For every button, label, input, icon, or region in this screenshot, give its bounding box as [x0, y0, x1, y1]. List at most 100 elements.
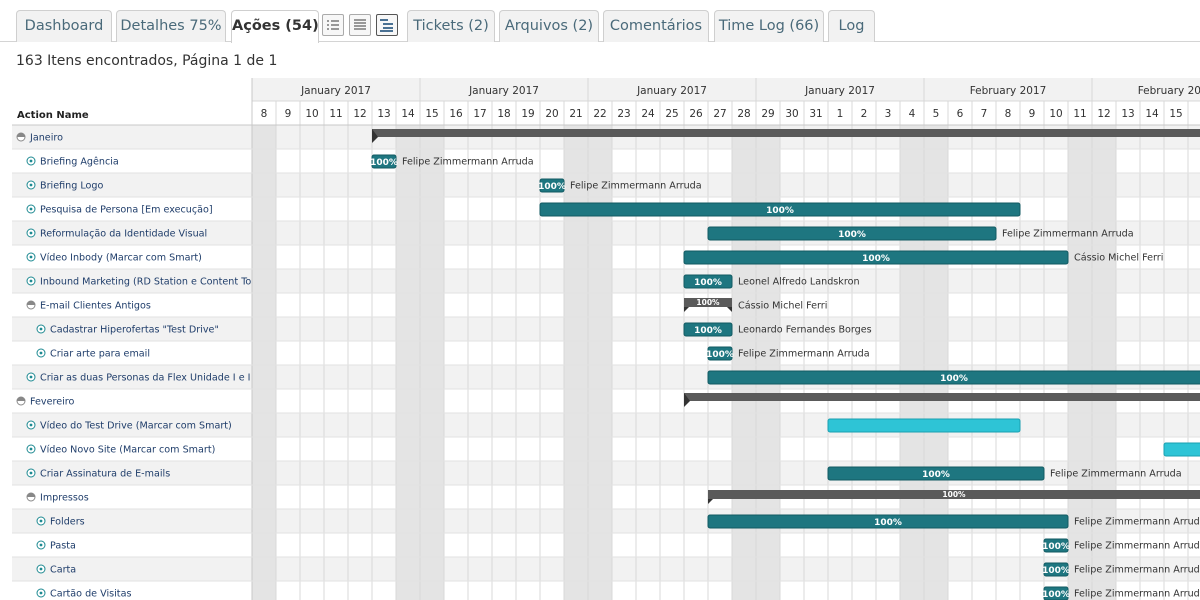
- weekend-column: [588, 125, 612, 600]
- bar-owner: Felipe Zimmermann Arruda: [1074, 565, 1200, 576]
- bar-owner: Felipe Zimmermann Arruda: [738, 349, 870, 360]
- bar-percent: 100%: [942, 490, 966, 499]
- weekend-column: [564, 125, 588, 600]
- tab-time-log[interactable]: Time Log (66): [714, 10, 824, 42]
- day-label: 13: [1121, 108, 1134, 120]
- collapse-icon[interactable]: [16, 396, 26, 406]
- weekend-column: [252, 125, 276, 600]
- month-label: January 2017: [804, 85, 875, 97]
- month-label: January 2017: [636, 85, 707, 97]
- day-label: 5: [933, 108, 940, 120]
- tab-dashboard[interactable]: Dashboard: [16, 10, 112, 42]
- task-bar[interactable]: [1163, 442, 1200, 457]
- day-label: 15: [1169, 108, 1182, 120]
- action-name[interactable]: Janeiro: [29, 133, 63, 144]
- tab-log[interactable]: Log: [828, 10, 875, 42]
- weekend-column: [420, 125, 444, 600]
- expand-icon[interactable]: [26, 276, 36, 286]
- action-name[interactable]: Cadastrar Hiperofertas "Test Drive": [50, 325, 219, 336]
- action-name[interactable]: Cartão de Visitas: [50, 589, 131, 600]
- action-name-header: Action Name: [17, 110, 89, 121]
- list-view-icon[interactable]: [322, 14, 344, 36]
- expand-icon[interactable]: [36, 564, 46, 574]
- expand-icon[interactable]: [36, 540, 46, 550]
- day-label: 10: [305, 108, 318, 120]
- action-name[interactable]: Fevereiro: [30, 397, 75, 408]
- expand-icon[interactable]: [26, 252, 36, 262]
- day-label: 22: [593, 108, 606, 120]
- task-bar[interactable]: [827, 418, 1021, 433]
- bar-percent: 100%: [766, 206, 794, 216]
- day-label: 6: [957, 108, 964, 120]
- day-label: 19: [521, 108, 534, 120]
- expand-icon[interactable]: [36, 324, 46, 334]
- gantt-view-icon[interactable]: [376, 14, 398, 36]
- action-name[interactable]: Vídeo Inbody (Marcar com Smart): [40, 252, 202, 264]
- bar-owner: Felipe Zimmermann Arruda: [1050, 469, 1182, 480]
- action-name[interactable]: Pasta: [50, 541, 76, 552]
- month-label: February 2017: [970, 85, 1047, 97]
- expand-icon[interactable]: [26, 228, 36, 238]
- expand-icon[interactable]: [36, 588, 46, 598]
- day-label: 8: [1005, 108, 1012, 120]
- day-label: 2: [861, 108, 868, 120]
- expand-icon[interactable]: [36, 348, 46, 358]
- bar-percent: 100%: [862, 254, 890, 264]
- bar-percent: 100%: [370, 158, 398, 168]
- expand-icon[interactable]: [36, 516, 46, 526]
- expand-icon[interactable]: [26, 444, 36, 454]
- action-name[interactable]: Folders: [50, 517, 85, 528]
- day-label: 18: [497, 108, 510, 120]
- day-label: 12: [353, 108, 366, 120]
- action-name[interactable]: Carta: [50, 565, 76, 576]
- day-label: 21: [569, 108, 582, 120]
- action-name[interactable]: E-mail Clientes Antigos: [40, 301, 151, 312]
- action-name[interactable]: Briefing Agência: [40, 156, 119, 168]
- tab-comentarios[interactable]: Comentários: [603, 10, 709, 42]
- day-label: 17: [473, 108, 486, 120]
- bar-owner: Cássio Michel Ferri: [1074, 252, 1163, 264]
- collapse-icon[interactable]: [26, 492, 36, 502]
- expand-icon[interactable]: [26, 156, 36, 166]
- bar-percent: 100%: [694, 326, 722, 336]
- detail-list-view-icon[interactable]: [349, 14, 371, 36]
- expand-icon[interactable]: [26, 372, 36, 382]
- action-name[interactable]: Criar Assinatura de E-mails: [40, 469, 170, 480]
- day-label: 16: [449, 108, 463, 120]
- day-label: 3: [885, 108, 892, 120]
- tab-bar: Dashboard Detalhes 75% Ações (54) Tickets (…: [0, 0, 1200, 43]
- expand-icon[interactable]: [26, 420, 36, 430]
- expand-icon[interactable]: [26, 180, 36, 190]
- tab-detalhes[interactable]: Detalhes 75%: [116, 10, 226, 42]
- action-name[interactable]: Vídeo do Test Drive (Marcar com Smart): [40, 420, 232, 432]
- action-name[interactable]: Impressos: [40, 493, 89, 504]
- day-label: 14: [401, 108, 415, 120]
- month-label: February 2017: [1138, 85, 1200, 97]
- expand-icon[interactable]: [26, 468, 36, 478]
- tab-acoes[interactable]: Ações (54): [231, 10, 319, 43]
- day-label: 23: [617, 108, 630, 120]
- action-name[interactable]: Briefing Logo: [40, 181, 103, 192]
- tab-tickets[interactable]: Tickets (2): [407, 10, 495, 42]
- bar-owner: Felipe Zimmermann Arruda: [1074, 541, 1200, 552]
- expand-icon[interactable]: [26, 204, 36, 214]
- tab-arquivos[interactable]: Arquivos (2): [499, 10, 599, 42]
- month-label: January 2017: [468, 85, 539, 97]
- collapse-icon[interactable]: [26, 300, 36, 310]
- day-label: 13: [377, 108, 390, 120]
- action-name[interactable]: Pesquisa de Persona [Em execução]: [40, 205, 213, 216]
- action-name[interactable]: Vídeo Novo Site (Marcar com Smart): [40, 444, 215, 456]
- bar-percent: 100%: [696, 298, 720, 307]
- day-label: 30: [785, 108, 798, 120]
- collapse-icon[interactable]: [16, 132, 26, 142]
- bar-owner: Felipe Zimmermann Arruda: [1002, 229, 1134, 240]
- day-label: 28: [737, 108, 750, 120]
- bar-owner: Leonardo Fernandes Borges: [738, 325, 872, 336]
- action-name[interactable]: Criar arte para email: [50, 349, 150, 360]
- weekend-column: [756, 125, 780, 600]
- action-name[interactable]: Reformulação da Identidade Visual: [40, 229, 207, 240]
- action-name[interactable]: Inbound Marketing (RD Station e Content …: [40, 277, 269, 288]
- bar-percent: 100%: [838, 230, 866, 240]
- bar-percent: 100%: [874, 518, 902, 528]
- bar-percent: 100%: [538, 182, 566, 192]
